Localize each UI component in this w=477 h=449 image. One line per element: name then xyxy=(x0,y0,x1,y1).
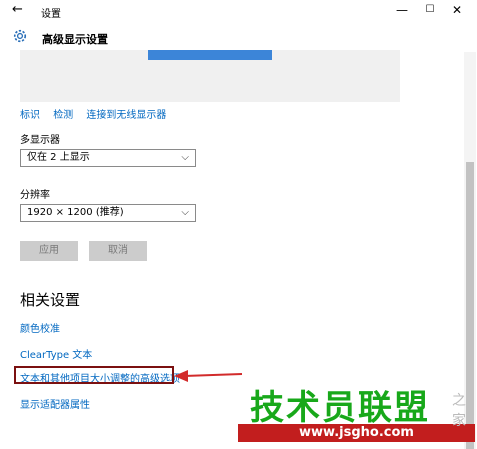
highlight-box xyxy=(14,366,174,384)
resolution-label: 分辨率 xyxy=(20,190,50,201)
multi-display-dropdown[interactable]: 仅在 2 上显示 ⌵ xyxy=(20,149,196,167)
monitor-tile[interactable] xyxy=(148,50,272,60)
related-settings-title: 相关设置 xyxy=(20,291,81,309)
maximize-button[interactable]: ☐ xyxy=(423,4,437,15)
display-adapter-properties-link[interactable]: 显示适配器属性 xyxy=(20,396,90,411)
resolution-dropdown[interactable]: 1920 × 1200 (推荐) ⌵ xyxy=(20,204,196,222)
apply-button[interactable]: 应用 xyxy=(20,241,78,261)
close-button[interactable]: ✕ xyxy=(450,3,464,17)
multi-display-value: 仅在 2 上显示 xyxy=(27,152,90,163)
chevron-down-icon: ⌵ xyxy=(181,152,189,163)
cancel-button[interactable]: 取消 xyxy=(89,241,147,261)
minimize-button[interactable]: — xyxy=(395,3,409,17)
display-arrangement-preview xyxy=(20,50,400,102)
connect-wireless-link[interactable]: 连接到无线显示器 xyxy=(86,110,166,121)
chevron-down-icon: ⌵ xyxy=(181,207,189,218)
watermark: 技术员联盟 www.jsgho.com 之家 xyxy=(238,380,475,448)
page-title: 高级显示设置 xyxy=(42,33,108,46)
color-calibration-link[interactable]: 颜色校准 xyxy=(20,320,60,335)
red-arrow-icon xyxy=(174,370,243,382)
watermark-url: www.jsgho.com xyxy=(238,424,475,442)
resolution-value: 1920 × 1200 (推荐) xyxy=(27,207,124,218)
back-arrow-icon[interactable]: ← xyxy=(12,2,23,17)
identify-link[interactable]: 标识 xyxy=(20,110,40,121)
watermark-side-text: 之家 xyxy=(452,393,466,429)
display-links: 标识 检测 连接到无线显示器 xyxy=(20,106,176,121)
watermark-text: 技术员联盟 xyxy=(250,388,430,428)
title-bar: ← 设置 — ☐ ✕ xyxy=(0,0,477,22)
gear-icon xyxy=(13,29,27,43)
page-header: 高级显示设置 xyxy=(0,22,477,52)
detect-link[interactable]: 检测 xyxy=(53,110,73,121)
multi-display-label: 多显示器 xyxy=(20,135,60,146)
window-title: 设置 xyxy=(41,9,61,20)
cleartype-text-link[interactable]: ClearType 文本 xyxy=(20,346,92,361)
